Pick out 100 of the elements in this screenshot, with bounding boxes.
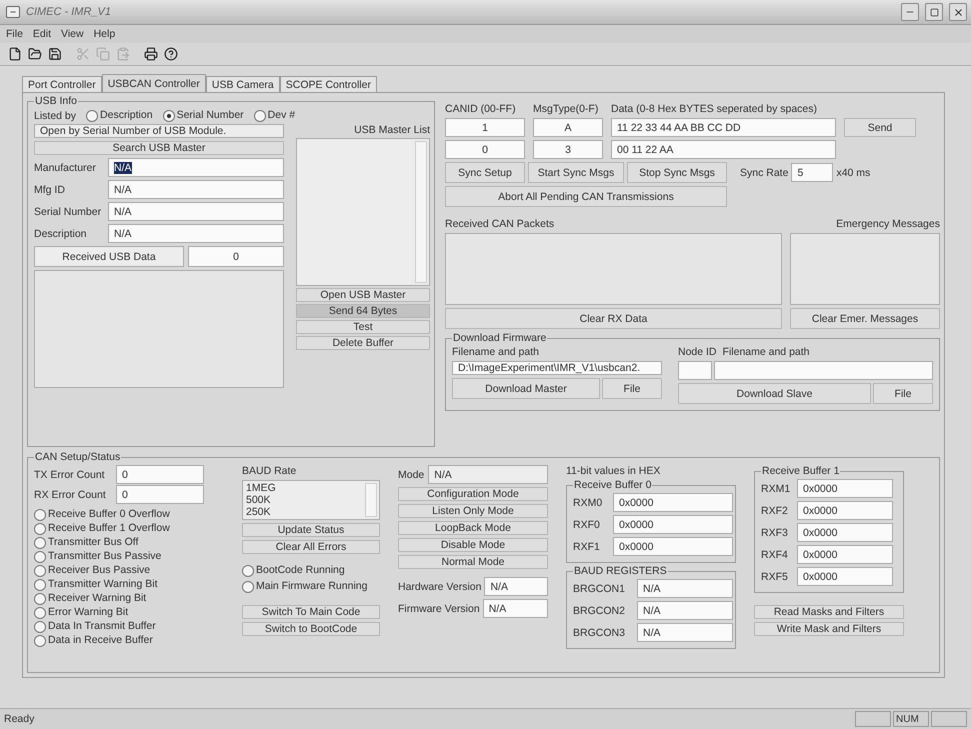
- text-field[interactable]: 0x0000: [797, 545, 893, 564]
- msgtype-field[interactable]: 3: [533, 140, 603, 159]
- text-field[interactable]: N/A: [108, 158, 284, 177]
- text-field[interactable]: 0x0000: [613, 493, 733, 512]
- restore-icon[interactable]: [925, 3, 943, 21]
- radio-icon[interactable]: [254, 110, 266, 122]
- text-field[interactable]: 0: [116, 485, 204, 504]
- text-field[interactable]: N/A: [637, 579, 733, 598]
- radio-icon[interactable]: [86, 110, 98, 122]
- list-item[interactable]: 500K: [246, 494, 360, 506]
- button[interactable]: Switch to BootCode: [242, 622, 380, 636]
- text-field[interactable]: N/A: [482, 599, 548, 618]
- text-field[interactable]: N/A: [108, 180, 284, 199]
- open-folder-icon[interactable]: [28, 47, 42, 61]
- close-icon[interactable]: [949, 3, 967, 21]
- radio-option[interactable]: Transmitter Bus Passive: [34, 550, 224, 563]
- radio-icon[interactable]: [34, 620, 46, 632]
- send-button[interactable]: Send: [844, 118, 916, 137]
- radio-option[interactable]: Receiver Bus Passive: [34, 564, 224, 577]
- radio-icon[interactable]: [34, 578, 46, 590]
- radio-icon[interactable]: [34, 536, 46, 548]
- radio-option[interactable]: Description: [86, 109, 153, 122]
- abort-button[interactable]: Abort All Pending CAN Transmissions: [445, 186, 727, 207]
- menu-item[interactable]: File: [6, 28, 23, 40]
- radio-icon[interactable]: [34, 564, 46, 576]
- list-item[interactable]: 1MEG: [246, 482, 360, 494]
- tab[interactable]: Port Controller: [22, 76, 102, 93]
- button[interactable]: Open USB Master: [296, 288, 430, 302]
- button[interactable]: Stop Sync Msgs: [627, 162, 727, 183]
- help-icon[interactable]: [164, 47, 178, 61]
- canid-field[interactable]: 1: [445, 118, 525, 137]
- radio-icon[interactable]: [34, 522, 46, 534]
- node-id-field[interactable]: [678, 361, 712, 380]
- radio-option[interactable]: Receive Buffer 0 Overflow: [34, 508, 224, 521]
- list-item[interactable]: 250K: [246, 506, 360, 518]
- button[interactable]: Update Status: [242, 523, 380, 537]
- tab[interactable]: SCOPE Controller: [280, 76, 377, 93]
- radio-icon[interactable]: [162, 110, 175, 122]
- radio-option[interactable]: Data in Receive Buffer: [34, 634, 224, 647]
- button[interactable]: File: [873, 383, 933, 404]
- text-field[interactable]: 0x0000: [797, 523, 893, 542]
- button[interactable]: Switch To Main Code: [242, 605, 380, 619]
- text-field[interactable]: N/A: [108, 202, 284, 221]
- radio-option[interactable]: Serial Number: [162, 109, 244, 122]
- button[interactable]: Write Mask and Filters: [754, 622, 904, 636]
- radio-icon[interactable]: [34, 634, 46, 646]
- button[interactable]: Send 64 Bytes: [296, 304, 430, 318]
- button[interactable]: Download Master: [452, 378, 600, 399]
- radio-icon[interactable]: [34, 606, 46, 618]
- text-field[interactable]: N/A: [108, 224, 284, 243]
- button[interactable]: File: [602, 378, 662, 399]
- msgtype-field[interactable]: A: [533, 118, 603, 137]
- button[interactable]: Listen Only Mode: [398, 504, 548, 518]
- text-field[interactable]: N/A: [637, 601, 733, 620]
- radio-option[interactable]: Data In Transmit Buffer: [34, 620, 224, 633]
- tab[interactable]: USBCAN Controller: [102, 74, 206, 93]
- text-field[interactable]: N/A: [637, 623, 733, 642]
- search-button[interactable]: Search USB Master: [34, 141, 284, 155]
- button[interactable]: Download Slave: [678, 383, 871, 404]
- minimize-icon[interactable]: [901, 3, 919, 21]
- button[interactable]: Read Masks and Filters: [754, 605, 904, 619]
- text-field[interactable]: 0: [116, 465, 204, 484]
- radio-option[interactable]: Receiver Warning Bit: [34, 592, 224, 605]
- printer-icon[interactable]: [144, 47, 158, 61]
- canid-field[interactable]: 0: [445, 140, 525, 159]
- radio-option[interactable]: Dev #: [254, 109, 296, 122]
- data-field[interactable]: 11 22 33 44 AA BB CC DD: [611, 118, 836, 137]
- scrollbar[interactable]: [365, 483, 377, 517]
- text-field[interactable]: 0x0000: [797, 501, 893, 520]
- radio-icon[interactable]: [34, 550, 46, 562]
- radio-option[interactable]: Main Firmware Running: [242, 580, 380, 593]
- button[interactable]: Clear RX Data: [445, 308, 782, 329]
- button[interactable]: Start Sync Msgs: [528, 162, 624, 183]
- radio-option[interactable]: Transmitter Warning Bit: [34, 578, 224, 591]
- button[interactable]: Clear Emer. Messages: [790, 308, 940, 329]
- text-field[interactable]: 0x0000: [797, 567, 893, 586]
- path-field[interactable]: [714, 361, 933, 380]
- radio-icon[interactable]: [34, 592, 46, 604]
- scrollbar[interactable]: [415, 141, 427, 283]
- button[interactable]: Configuration Mode: [398, 487, 548, 501]
- text-field[interactable]: 0x0000: [613, 515, 733, 534]
- radio-option[interactable]: Transmitter Bus Off: [34, 536, 224, 549]
- text-field[interactable]: 0x0000: [613, 537, 733, 556]
- button[interactable]: LoopBack Mode: [398, 521, 548, 535]
- radio-icon[interactable]: [34, 508, 46, 520]
- button[interactable]: Delete Buffer: [296, 336, 430, 350]
- button[interactable]: Disable Mode: [398, 538, 548, 552]
- text-field[interactable]: N/A: [484, 577, 548, 596]
- radio-option[interactable]: Error Warning Bit: [34, 606, 224, 619]
- radio-icon[interactable]: [242, 580, 254, 592]
- save-icon[interactable]: [48, 47, 62, 61]
- menu-item[interactable]: Help: [94, 28, 116, 40]
- baud-rate-list[interactable]: 1MEG 500K 250K: [242, 480, 380, 520]
- tab[interactable]: USB Camera: [206, 76, 280, 93]
- usb-master-list[interactable]: [296, 138, 430, 286]
- menu-item[interactable]: Edit: [32, 28, 52, 40]
- radio-option[interactable]: BootCode Running: [242, 564, 380, 577]
- button[interactable]: Test: [296, 320, 430, 334]
- menu-item[interactable]: View: [61, 28, 84, 40]
- button[interactable]: Clear All Errors: [242, 540, 380, 554]
